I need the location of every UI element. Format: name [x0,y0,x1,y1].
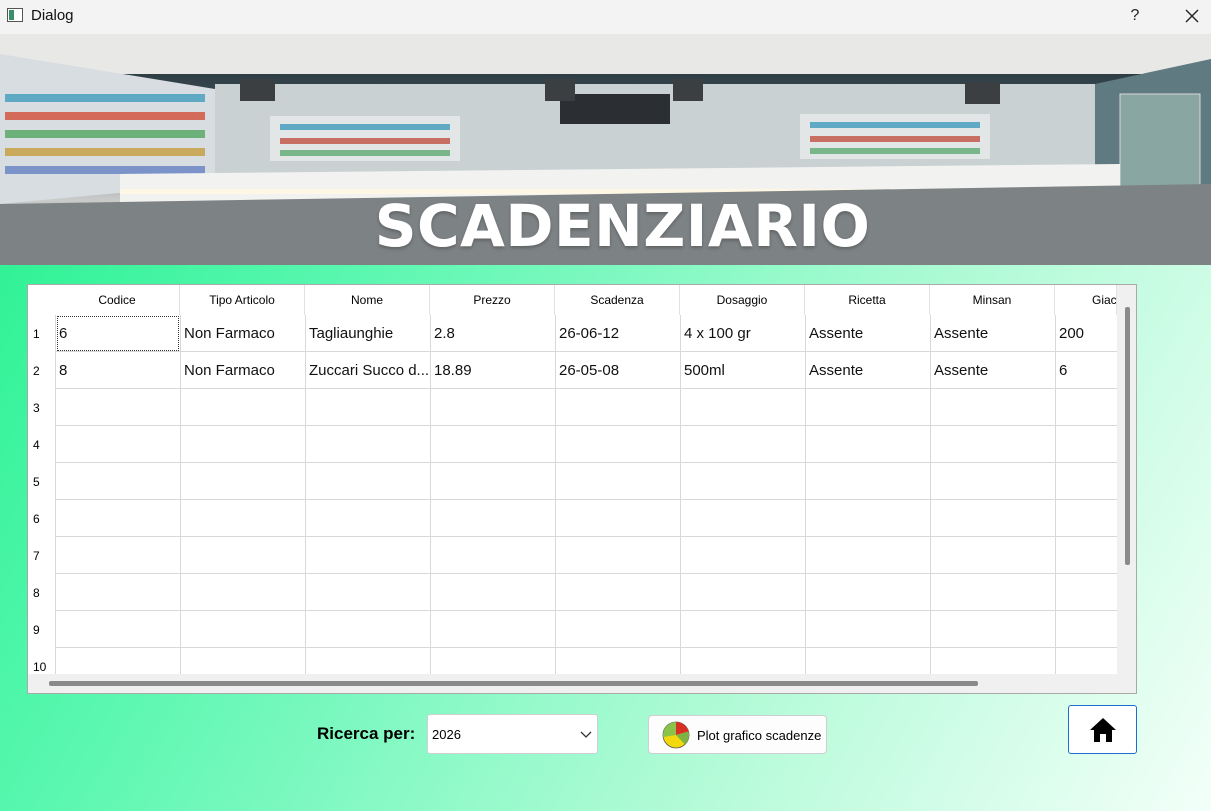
vertical-scroll-thumb[interactable] [1125,307,1130,565]
grid-line [55,573,1117,574]
table-cell[interactable]: 200 [1056,315,1117,352]
column-header-ricetta[interactable]: Ricetta [805,285,930,315]
table-cell[interactable]: 26-05-08 [556,352,680,389]
column-header-dosaggio[interactable]: Dosaggio [680,285,805,315]
row-header[interactable]: 8 [28,586,55,600]
column-header-minsan[interactable]: Minsan [930,285,1055,315]
search-year-dropdown[interactable]: 2026 [427,714,598,754]
table-cell[interactable]: Zuccari Succo d... [306,352,430,389]
row-header[interactable]: 5 [28,475,55,489]
pie-chart-icon [662,721,690,749]
grid-line [55,536,1117,537]
dropdown-selected-value: 2026 [432,727,461,742]
table-cell[interactable]: 26-06-12 [556,315,680,352]
table-cell[interactable]: 6 [56,315,180,352]
table-cell[interactable]: Tagliaunghie [306,315,430,352]
window-icon [7,8,23,22]
table-corner [28,285,55,315]
column-header-nome[interactable]: Nome [305,285,430,315]
plot-chart-button[interactable]: Plot grafico scadenze [648,715,827,754]
vertical-scrollbar[interactable] [1117,285,1136,674]
home-icon [1090,718,1116,742]
table-cell[interactable]: Assente [931,352,1055,389]
help-button[interactable]: ? [1124,4,1146,28]
table-cell[interactable]: 500ml [681,352,805,389]
table-cell[interactable]: 4 x 100 gr [681,315,805,352]
row-header[interactable]: 7 [28,549,55,563]
column-header-tipo-articolo[interactable]: Tipo Articolo [180,285,305,315]
table-cell[interactable]: 6 [1056,352,1117,389]
row-header[interactable]: 6 [28,512,55,526]
horizontal-scroll-thumb[interactable] [49,681,978,686]
row-header[interactable]: 2 [28,364,55,378]
table-cell[interactable]: Assente [806,315,930,352]
row-header[interactable]: 3 [28,401,55,415]
table-cell[interactable]: 8 [56,352,180,389]
row-header[interactable]: 1 [28,327,55,341]
row-header[interactable]: 9 [28,623,55,637]
grid-line [55,610,1117,611]
plot-button-label: Plot grafico scadenze [697,728,822,743]
data-table[interactable]: Codice Tipo Articolo Nome Prezzo Scadenz… [27,284,1137,694]
page-title: SCADENZIARIO [374,192,871,260]
grid-line [55,462,1117,463]
search-label: Ricerca per: [317,724,416,743]
grid-line [55,647,1117,648]
table-cell[interactable]: Assente [806,352,930,389]
column-header-scadenza[interactable]: Scadenza [555,285,680,315]
close-icon[interactable] [1180,4,1204,28]
chevron-down-icon [580,731,592,738]
column-header-prezzo[interactable]: Prezzo [430,285,555,315]
table-cell[interactable]: 18.89 [431,352,555,389]
row-header[interactable]: 4 [28,438,55,452]
grid-line [55,499,1117,500]
table-cell[interactable]: Non Farmaco [181,315,305,352]
home-button[interactable] [1068,705,1137,754]
column-header-giacenza[interactable]: Giac [1055,285,1117,315]
grid-line [55,425,1117,426]
row-header[interactable]: 10 [28,660,55,674]
table-cell[interactable]: Assente [931,315,1055,352]
horizontal-scrollbar[interactable] [28,674,1136,693]
column-header-codice[interactable]: Codice [55,285,180,315]
window-title: Dialog [31,7,74,24]
banner-image: SCADENZIARIO [0,34,1211,265]
table-cell[interactable]: Non Farmaco [181,352,305,389]
table-cell[interactable]: 2.8 [431,315,555,352]
title-bar: Dialog ? [0,0,1211,34]
